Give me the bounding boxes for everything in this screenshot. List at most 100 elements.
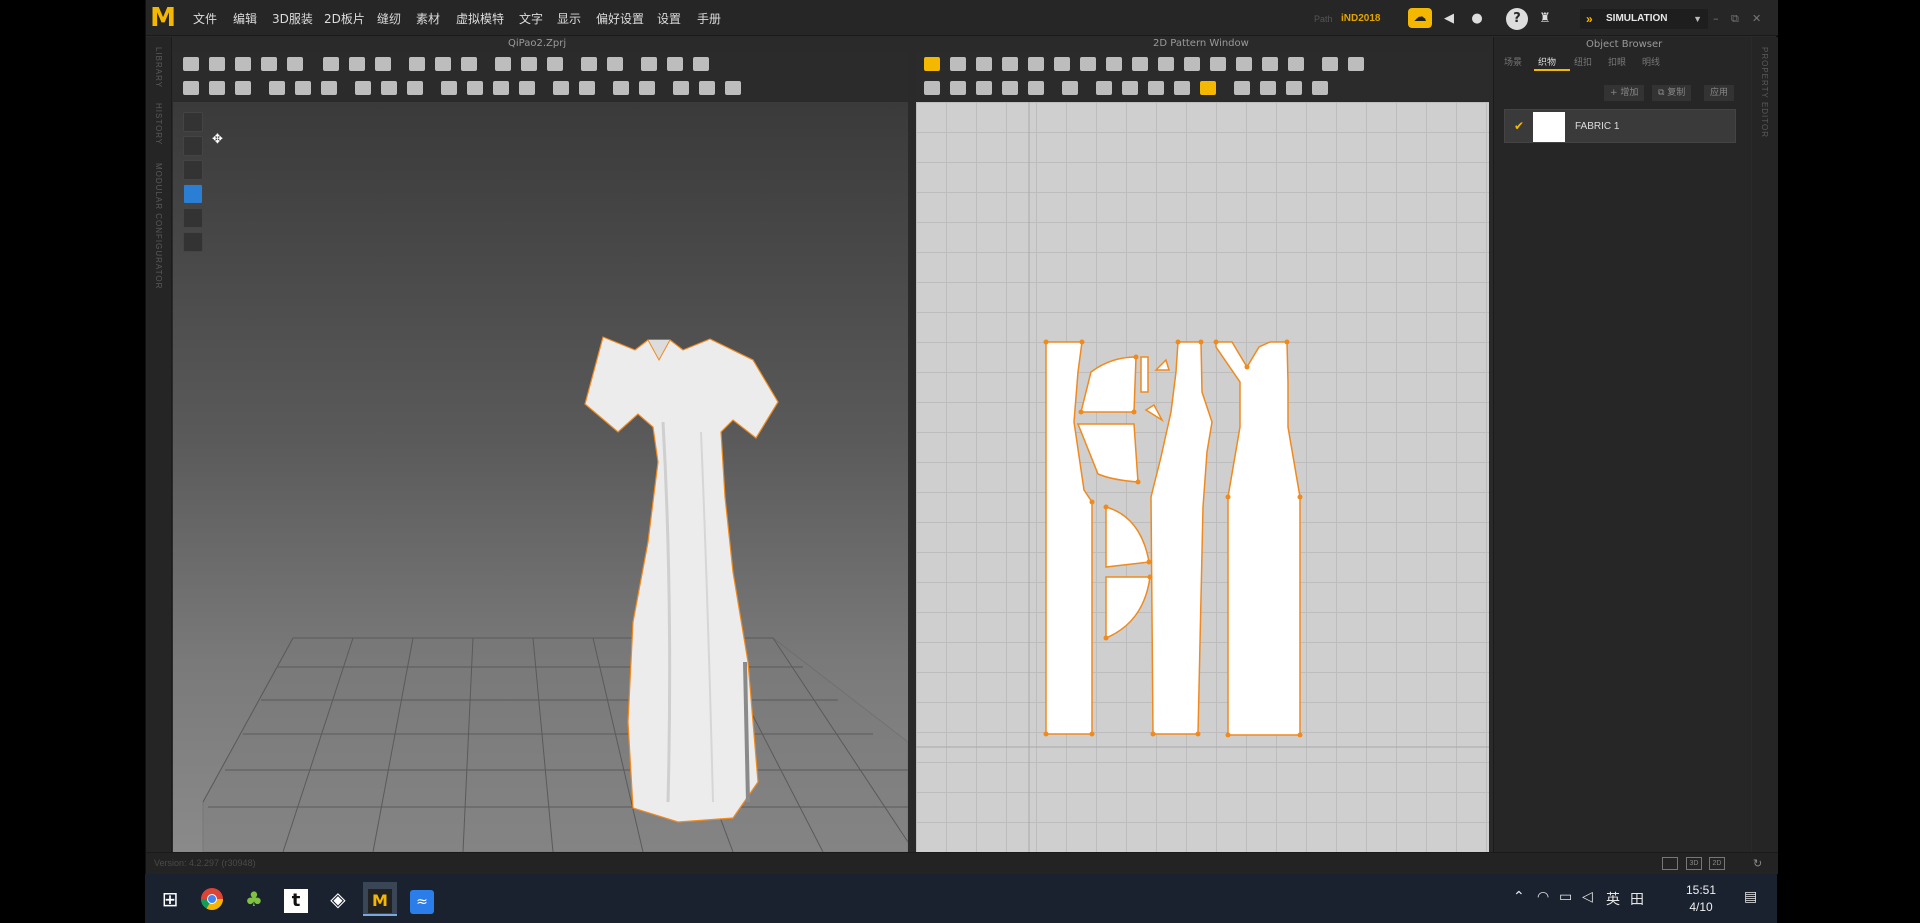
- tool-3d-v[interactable]: [235, 81, 251, 95]
- tool-2d-v[interactable]: [1028, 81, 1044, 95]
- tab-topstitch[interactable]: 明线: [1642, 55, 1660, 68]
- modular-configurator-tab[interactable]: MODULAR CONFIGURATOR: [154, 163, 163, 289]
- copy-fabric-button[interactable]: ⧉ 复制: [1652, 85, 1692, 101]
- volume-icon[interactable]: ◁: [1582, 889, 1593, 905]
- 2d-pattern-window[interactable]: [916, 102, 1489, 852]
- menu-preferences[interactable]: 偏好设置: [596, 10, 644, 27]
- tab-scene[interactable]: 场景: [1504, 55, 1522, 68]
- pattern-sleeve-lower[interactable]: [1076, 423, 1139, 483]
- tool-2d-transform[interactable]: [924, 57, 940, 71]
- help-icon[interactable]: ?: [1506, 8, 1528, 30]
- tool-3d-n[interactable]: [547, 57, 563, 71]
- menu-materials[interactable]: 素材: [416, 10, 440, 27]
- tool-2d-h[interactable]: [1106, 57, 1122, 71]
- tool-3d-h[interactable]: [375, 57, 391, 71]
- menu-text[interactable]: 文字: [519, 10, 543, 27]
- tool-2d-y[interactable]: [1122, 81, 1138, 95]
- tool-2d-u[interactable]: [1002, 81, 1018, 95]
- tool-2d-s[interactable]: [950, 81, 966, 95]
- tool-3d-r[interactable]: [667, 57, 683, 71]
- tool-3d-t[interactable]: [183, 81, 199, 95]
- menu-manual[interactable]: 手册: [697, 10, 721, 27]
- menu-3d-garment[interactable]: 3D服装: [272, 10, 313, 27]
- tool-2d-o[interactable]: [1288, 57, 1304, 71]
- tool-2d-t[interactable]: [976, 81, 992, 95]
- menu-edit[interactable]: 编辑: [233, 10, 257, 27]
- tool-2d-ac[interactable]: [1234, 81, 1250, 95]
- tool-3d-a[interactable]: [183, 57, 199, 71]
- simulation-mode-button[interactable]: » SIMULATION ▼: [1580, 9, 1708, 29]
- pattern-collar-pieces[interactable]: [1140, 356, 1171, 423]
- tool-3d-q[interactable]: [641, 57, 657, 71]
- tool-3d-m[interactable]: [521, 57, 537, 71]
- windows-start-icon[interactable]: ⊞: [153, 882, 187, 916]
- tool-2d-ae[interactable]: [1286, 81, 1302, 95]
- user-icon[interactable]: ●: [1466, 8, 1488, 30]
- fabric-list-item[interactable]: ✔ FABRIC 1: [1504, 109, 1736, 143]
- tool-3d-aa[interactable]: [381, 81, 397, 95]
- chevron-up-icon[interactable]: ⌃: [1513, 889, 1525, 905]
- clover-icon[interactable]: ♣: [237, 882, 271, 916]
- pattern-front-piece-2[interactable]: [1105, 576, 1151, 640]
- tool-3d-s[interactable]: [693, 57, 709, 71]
- tool-2d-i[interactable]: [1132, 57, 1148, 71]
- pattern-sleeve-upper[interactable]: [1080, 356, 1137, 413]
- tool-3d-ae[interactable]: [493, 81, 509, 95]
- tool-3d-l[interactable]: [495, 57, 511, 71]
- tool-2d-p[interactable]: [1322, 57, 1338, 71]
- tool-2d-ab[interactable]: [1200, 81, 1216, 95]
- tool-2d-k[interactable]: [1184, 57, 1200, 71]
- tool-2d-q[interactable]: [1348, 57, 1364, 71]
- avatar-view-icon[interactable]: [183, 160, 203, 180]
- tool-3d-p[interactable]: [607, 57, 623, 71]
- tool-2d-ad[interactable]: [1260, 81, 1276, 95]
- tab-fabric[interactable]: 织物: [1538, 55, 1556, 68]
- speaker-icon[interactable]: ◀: [1438, 8, 1460, 30]
- restore-icon[interactable]: ⧉: [1731, 12, 1739, 26]
- tab-buttonhole[interactable]: 扣眼: [1608, 55, 1626, 68]
- tool-2d-x[interactable]: [1096, 81, 1112, 95]
- feishu-icon[interactable]: ≈: [405, 882, 439, 916]
- tool-3d-ac[interactable]: [441, 81, 457, 95]
- tool-2d-b[interactable]: [950, 57, 966, 71]
- tool-3d-al[interactable]: [699, 81, 715, 95]
- tool-3d-z[interactable]: [355, 81, 371, 95]
- tool-3d-am[interactable]: [725, 81, 741, 95]
- menu-display[interactable]: 显示: [557, 10, 581, 27]
- tool-3d-o[interactable]: [581, 57, 597, 71]
- tool-3d-x[interactable]: [295, 81, 311, 95]
- pattern-front-piece-1[interactable]: [1105, 506, 1150, 568]
- avatar-head-icon[interactable]: [183, 232, 203, 252]
- cloud-sync-icon[interactable]: ☁: [1408, 8, 1432, 28]
- tool-3d-g[interactable]: [349, 57, 365, 71]
- battery-icon[interactable]: ▭: [1559, 889, 1572, 905]
- tool-2d-n[interactable]: [1262, 57, 1278, 71]
- user-name[interactable]: iND2018: [1341, 13, 1380, 24]
- tool-3d-ag[interactable]: [553, 81, 569, 95]
- 2d-view-button[interactable]: 2D: [1709, 857, 1725, 870]
- notification-icon[interactable]: ▤: [1744, 889, 1757, 905]
- menu-settings[interactable]: 设置: [657, 10, 681, 27]
- library-tab[interactable]: LIBRARY: [154, 47, 163, 88]
- tool-2d-z[interactable]: [1148, 81, 1164, 95]
- tool-2d-c[interactable]: [976, 57, 992, 71]
- tool-2d-w[interactable]: [1062, 81, 1078, 95]
- 3d-view-button[interactable]: 3D: [1686, 857, 1702, 870]
- tool-2d-f[interactable]: [1054, 57, 1070, 71]
- texture-view-icon[interactable]: [183, 184, 203, 204]
- avatar-show-icon[interactable]: [183, 112, 203, 132]
- apply-fabric-button[interactable]: 应用: [1704, 85, 1735, 101]
- tool-3d-e[interactable]: [287, 57, 303, 71]
- tool-3d-b[interactable]: [209, 57, 225, 71]
- pattern-side-piece[interactable]: [1150, 341, 1213, 735]
- brush-icon[interactable]: [183, 208, 203, 228]
- tool-3d-aj[interactable]: [639, 81, 655, 95]
- system-clock[interactable]: 15:51 4/10: [1676, 882, 1726, 916]
- tool-2d-r[interactable]: [924, 81, 940, 95]
- typora-icon[interactable]: t: [279, 882, 313, 916]
- split-view-button[interactable]: [1662, 857, 1678, 870]
- tool-3d-f[interactable]: [323, 57, 339, 71]
- menu-2d-pattern[interactable]: 2D板片: [324, 10, 365, 27]
- chrome-icon[interactable]: [195, 882, 229, 916]
- tool-3d-k[interactable]: [461, 57, 477, 71]
